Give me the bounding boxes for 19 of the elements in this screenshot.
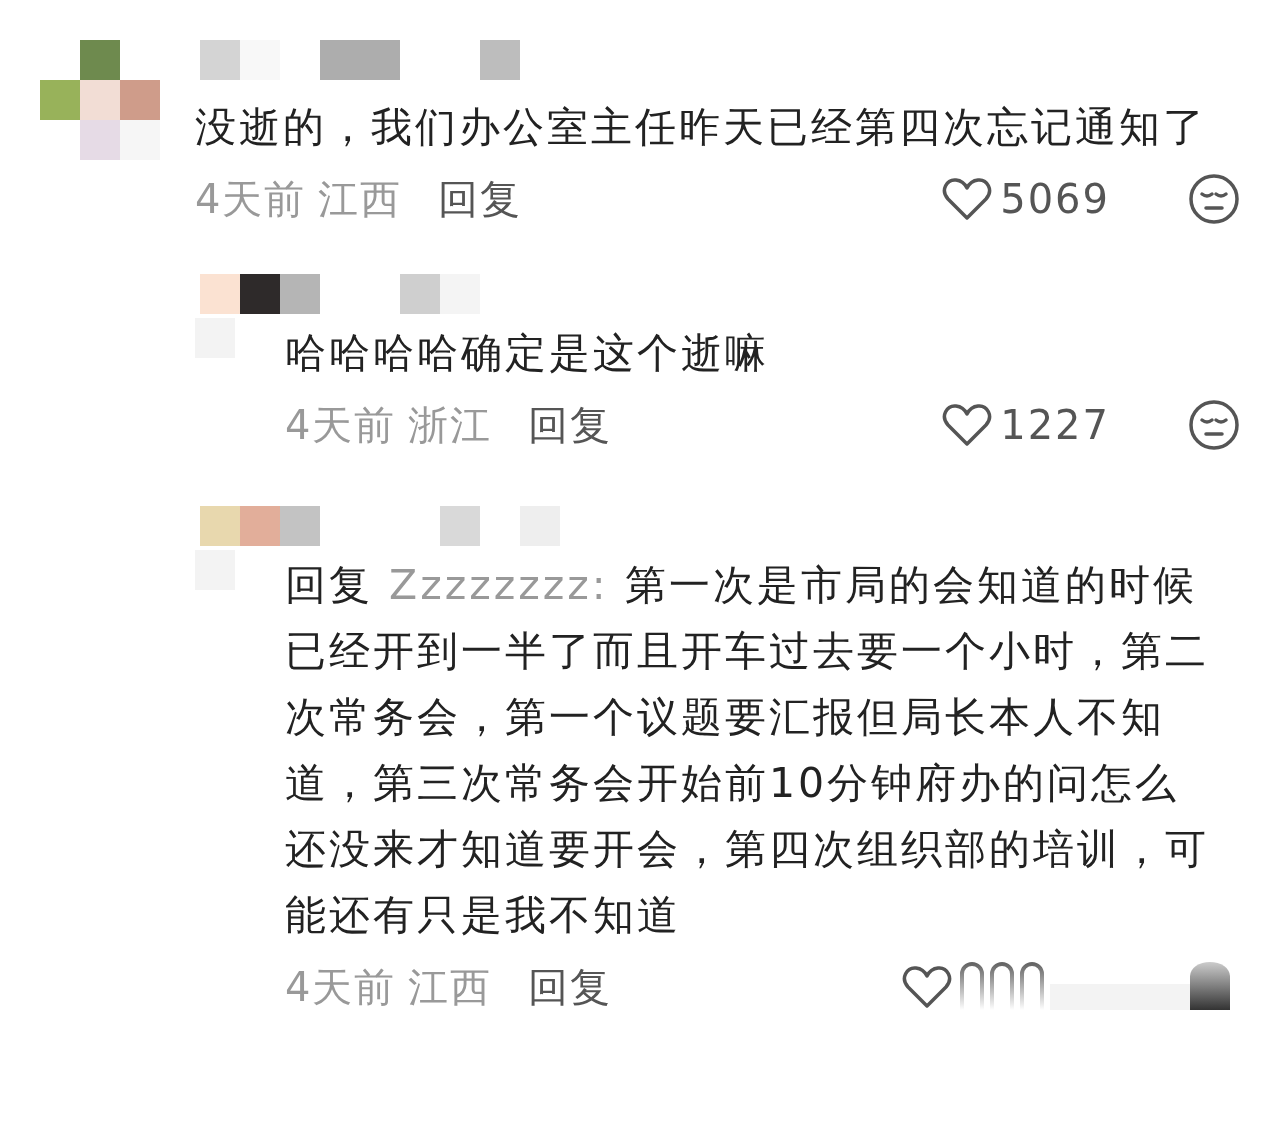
reply-text: 哈哈哈哈确定是这个逝嘛 xyxy=(285,328,770,379)
like-count: 1227 xyxy=(1000,402,1110,448)
comment-text: 没逝的，我们办公室主任昨天已经第四次忘记通知了 xyxy=(195,102,1208,153)
comment-time: 4天前 xyxy=(285,400,397,450)
face-icon[interactable] xyxy=(1188,173,1240,225)
comment-region: 江西 xyxy=(318,174,403,224)
comment-time: 4天前 xyxy=(285,962,397,1012)
reply-button[interactable]: 回复 xyxy=(438,171,523,227)
reply-text: 回复 Zzzzzzzz: 第一次是市局的会知道的时候已经开到一半了而且开车过去要一个小时，第二次常务会，第一个议题要汇报但局长本人不知道，第三次常务会开始前10分钟府办的问怎么还没来才知道要开会，第四次组织部的培训，可能还有只是我不知道 xyxy=(285,560,1210,941)
reply-button[interactable]: 回复 xyxy=(528,959,613,1015)
reply-button[interactable]: 回复 xyxy=(528,397,613,453)
heart-icon[interactable] xyxy=(942,403,993,447)
comment-time: 4天前 xyxy=(195,174,307,224)
comment-region: 江西 xyxy=(408,962,493,1012)
comment-region: 浙江 xyxy=(408,400,493,450)
heart-icon[interactable] xyxy=(942,177,993,221)
heart-icon[interactable] xyxy=(902,965,952,1009)
like-count: 5069 xyxy=(1000,176,1110,222)
face-icon[interactable] xyxy=(1188,399,1240,451)
